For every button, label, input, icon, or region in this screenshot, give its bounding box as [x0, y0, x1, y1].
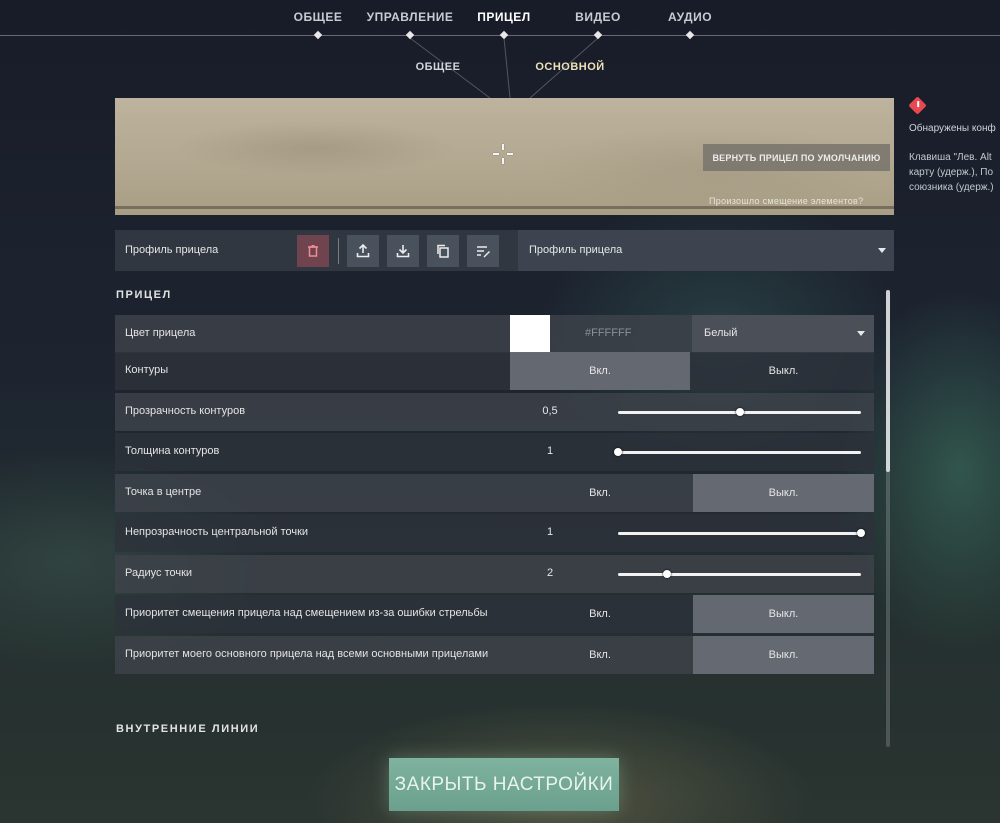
section-title-inner-lines: ВНУТРЕННИЕ ЛИНИИ: [116, 723, 260, 735]
export-profile-button[interactable]: [347, 235, 379, 267]
center-dot-on-option[interactable]: Вкл.: [510, 474, 690, 512]
setting-label: Прозрачность контуров: [125, 405, 246, 417]
slider-value: 2: [546, 567, 554, 579]
download-icon: [396, 245, 410, 258]
warning-icon: [908, 96, 927, 115]
notice-line: союзника (удерж.): [909, 182, 994, 193]
setting-label: Непрозрачность центральной точки: [125, 526, 309, 538]
setting-label: Толщина контуров: [125, 445, 220, 457]
tab-marker: [593, 30, 603, 40]
outline-thickness-slider[interactable]: [614, 448, 861, 456]
chevron-down-icon: [878, 248, 886, 253]
rename-profile-button[interactable]: [467, 235, 499, 267]
notice-line: карту (удерж.), По: [909, 167, 994, 178]
setting-label: Приоритет моего основного прицела над вс…: [125, 648, 489, 660]
tab-controls[interactable]: УПРАВЛЕНИЕ: [367, 10, 454, 24]
setting-row-dot-radius: Радиус точки 2: [115, 555, 874, 593]
close-settings-button[interactable]: ЗАКРЫТЬ НАСТРОЙКИ: [389, 758, 619, 811]
center-dot-opacity-slider[interactable]: [618, 529, 865, 537]
copy-icon: [437, 244, 449, 258]
slider-thumb[interactable]: [662, 570, 671, 578]
preview-wall-edge: [115, 206, 894, 209]
delete-icon: [308, 245, 318, 257]
color-select[interactable]: Белый: [692, 315, 874, 353]
slider-thumb[interactable]: [857, 529, 865, 537]
slider-value: 0,5: [542, 405, 558, 417]
slider-thumb[interactable]: [614, 448, 622, 456]
slider-value: 1: [546, 445, 554, 457]
shift-priority-off-option[interactable]: Выкл.: [693, 595, 874, 633]
slider-value: 1: [546, 526, 554, 538]
outlines-off-option[interactable]: Выкл.: [693, 352, 874, 390]
tab-marker: [405, 30, 415, 40]
import-profile-button[interactable]: [387, 235, 419, 267]
setting-label: Точка в центре: [125, 486, 202, 498]
chevron-down-icon: [857, 331, 865, 336]
setting-label: Приоритет смещения прицела над смещением…: [125, 607, 488, 619]
setting-row-outline-opacity: Прозрачность контуров 0,5: [115, 393, 874, 431]
settings-scrollbar[interactable]: [886, 290, 890, 747]
conflict-notice-body: Клавиша "Лев. Alt карту (удерж.), По сою…: [909, 150, 994, 195]
tab-audio[interactable]: АУДИО: [668, 10, 712, 24]
center-dot-off-option[interactable]: Выкл.: [693, 474, 874, 512]
tab-marker: [313, 30, 323, 40]
primary-priority-off-option[interactable]: Выкл.: [693, 636, 874, 674]
color-hex-value: #FFFFFF: [585, 327, 632, 339]
setting-label: Контуры: [125, 364, 169, 376]
dot-radius-slider[interactable]: [618, 570, 861, 578]
setting-row-center-dot: Точка в центре Вкл. Выкл.: [115, 474, 874, 512]
subtab-primary[interactable]: ОСНОВНОЙ: [535, 61, 604, 73]
setting-row-crosshair-color: Цвет прицела #FFFFFF Белый: [115, 315, 874, 353]
subtab-general[interactable]: ОБЩЕЕ: [416, 61, 461, 73]
setting-row-primary-priority: Приоритет моего основного прицела над вс…: [115, 636, 874, 674]
reset-crosshair-button[interactable]: ВЕРНУТЬ ПРИЦЕЛ ПО УМОЛЧАНИЮ: [703, 144, 890, 171]
toolbar-divider: [338, 238, 339, 264]
upload-icon: [356, 243, 370, 258]
crosshair-profile-bar: Профиль прицела Профиль прицела: [115, 230, 894, 271]
setting-row-outline-thickness: Толщина контуров 1: [115, 433, 874, 471]
color-select-value: Белый: [704, 327, 738, 339]
setting-row-shift-priority: Приоритет смещения прицела над смещением…: [115, 595, 874, 633]
setting-row-outlines: Контуры Вкл. Выкл.: [115, 352, 874, 390]
shift-priority-on-option[interactable]: Вкл.: [510, 595, 690, 633]
delete-profile-button[interactable]: [297, 235, 329, 267]
scrollbar-thumb[interactable]: [886, 290, 890, 472]
tab-general[interactable]: ОБЩЕЕ: [294, 10, 343, 24]
section-title-crosshair: ПРИЦЕЛ: [116, 289, 172, 301]
rename-icon: [477, 246, 490, 258]
copy-profile-button[interactable]: [427, 235, 459, 267]
profile-select-value: Профиль прицела: [529, 244, 623, 256]
setting-label: Цвет прицела: [125, 327, 196, 339]
top-nav: ОБЩЕЕ УПРАВЛЕНИЕ ПРИЦЕЛ ВИДЕО АУДИО: [0, 0, 1000, 40]
setting-label: Радиус точки: [125, 567, 193, 579]
outlines-on-option[interactable]: Вкл.: [510, 352, 690, 390]
tab-crosshair[interactable]: ПРИЦЕЛ: [477, 10, 530, 24]
notice-line: Клавиша "Лев. Alt: [909, 152, 992, 163]
tab-marker: [499, 30, 509, 40]
color-swatch[interactable]: [510, 315, 550, 353]
elements-shifted-link[interactable]: Произошло смещение элементов?: [709, 196, 863, 206]
profile-select[interactable]: Профиль прицела: [518, 230, 894, 271]
conflict-notice-title: Обнаружены конф: [909, 123, 996, 134]
tab-marker: [685, 30, 695, 40]
tab-video[interactable]: ВИДЕО: [575, 10, 621, 24]
profile-label: Профиль прицела: [125, 244, 219, 256]
primary-priority-on-option[interactable]: Вкл.: [510, 636, 690, 674]
outline-opacity-slider[interactable]: [618, 408, 861, 416]
setting-row-center-dot-opacity: Непрозрачность центральной точки 1: [115, 514, 874, 552]
crosshair-preview-reticle: [493, 144, 513, 164]
slider-thumb[interactable]: [735, 408, 744, 416]
